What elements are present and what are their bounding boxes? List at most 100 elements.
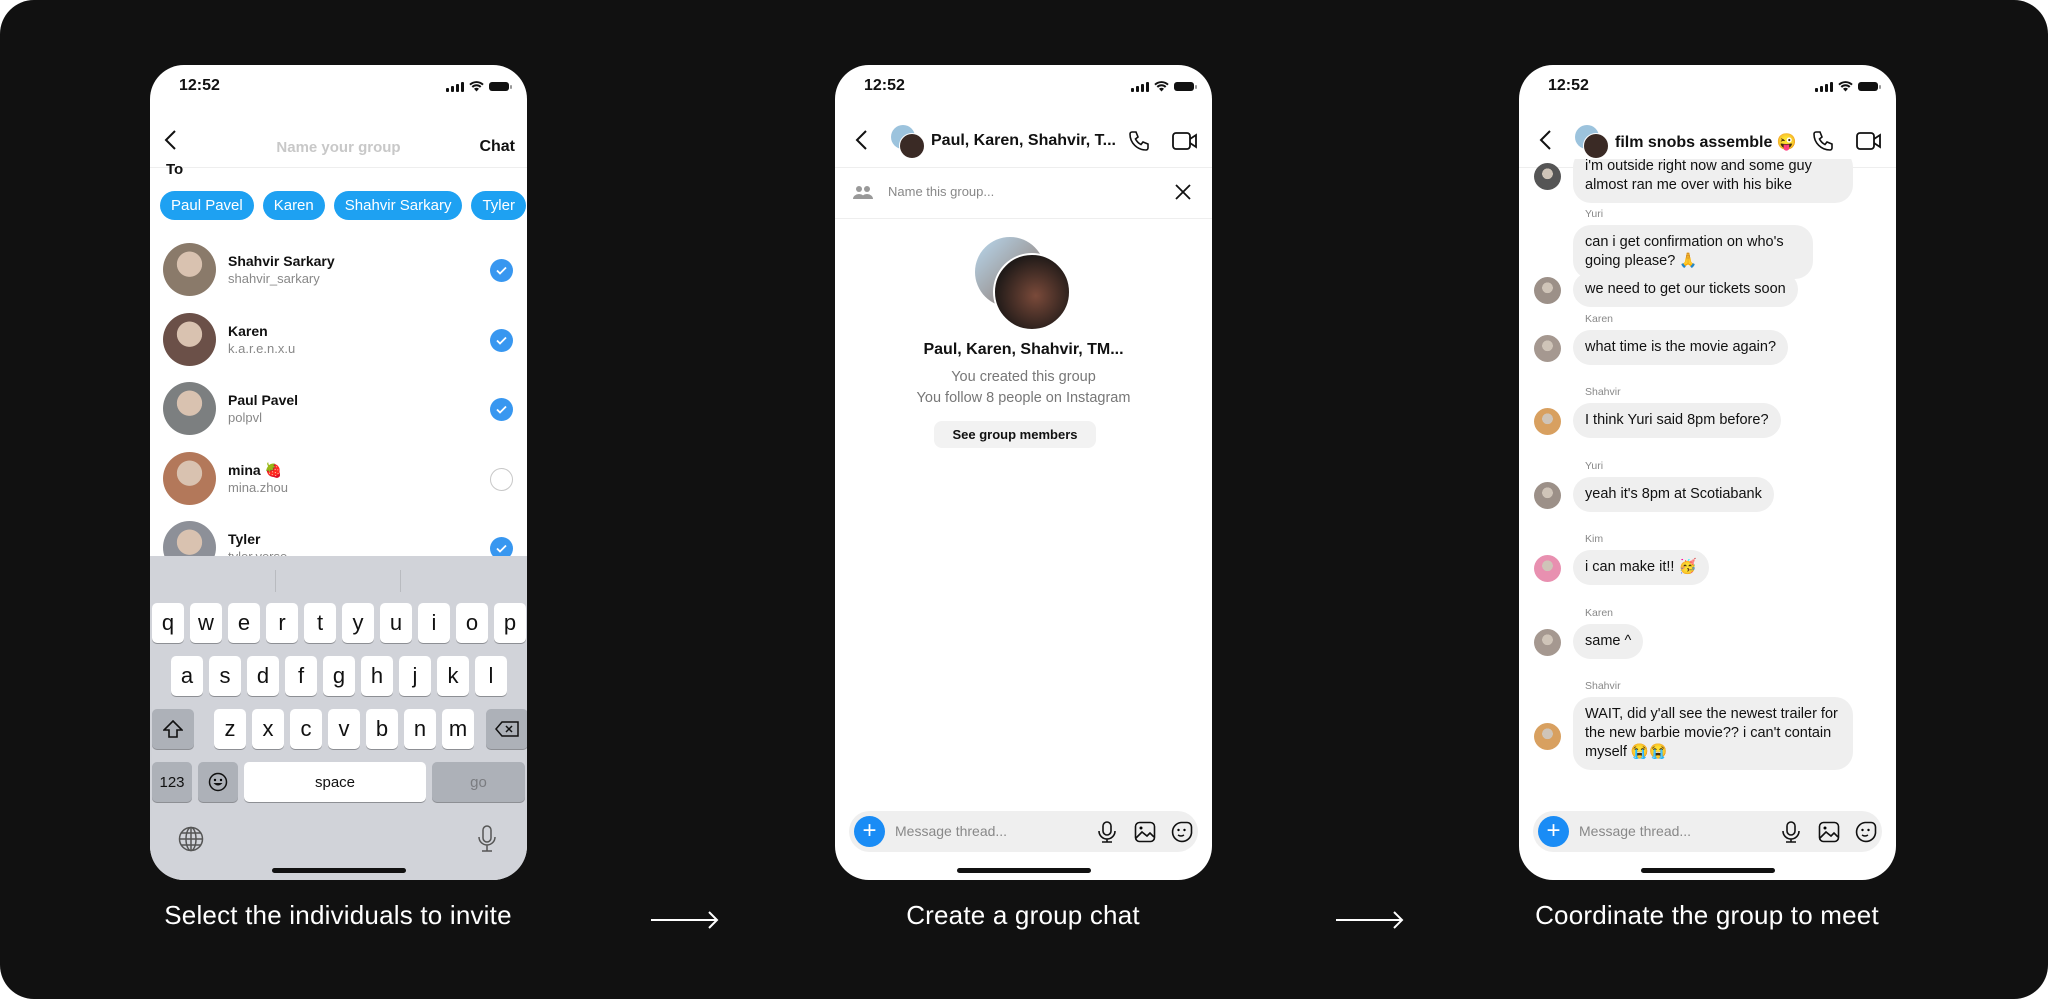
status-bar: 12:52 <box>150 65 527 105</box>
video-call-icon[interactable] <box>1172 130 1198 152</box>
message-bubble[interactable]: yeah it's 8pm at Scotiabank <box>1573 477 1774 512</box>
space-key[interactable]: space <box>244 762 426 802</box>
key-l[interactable]: l <box>475 656 507 696</box>
key-a[interactable]: a <box>171 656 203 696</box>
recipient-chip[interactable]: Paul Pavel <box>160 191 254 220</box>
sender-avatar <box>1534 408 1561 435</box>
recipient-chip[interactable]: Karen <box>262 191 325 220</box>
name-group-input[interactable]: Name this group... <box>888 184 994 199</box>
shift-key[interactable] <box>152 709 194 749</box>
key-f[interactable]: f <box>285 656 317 696</box>
battery-icon <box>1858 82 1881 91</box>
chat-button[interactable]: Chat <box>479 138 515 156</box>
home-indicator <box>271 868 406 873</box>
phone-create-group: 12:52 Paul, Karen, Shahvir, T... Name th… <box>835 65 1212 880</box>
signal-icon <box>446 81 464 92</box>
status-time: 12:52 <box>179 77 220 94</box>
message-bubble[interactable]: what time is the movie again? <box>1573 330 1789 365</box>
key-k[interactable]: k <box>437 656 469 696</box>
message-input[interactable]: Message thread... <box>1579 823 1691 839</box>
add-button[interactable]: + <box>1538 816 1569 847</box>
key-o[interactable]: o <box>456 603 488 643</box>
close-icon[interactable] <box>1174 183 1192 201</box>
caption-step-3: Coordinate the group to meet <box>1535 900 1879 930</box>
wifi-icon <box>1154 81 1169 92</box>
contact-handle: mina.zhou <box>228 479 288 495</box>
contact-avatar <box>163 312 216 366</box>
key-e[interactable]: e <box>228 603 260 643</box>
dictation-mic-icon[interactable] <box>477 825 497 853</box>
gallery-icon[interactable] <box>1134 821 1156 843</box>
emoji-key[interactable] <box>198 762 238 802</box>
key-v[interactable]: v <box>328 709 360 749</box>
microphone-icon[interactable] <box>1096 821 1118 843</box>
message-bubble[interactable]: WAIT, did y'all see the newest trailer f… <box>1573 697 1853 770</box>
contact-row[interactable]: mina 🍓 mina.zhou <box>150 444 527 514</box>
go-key[interactable]: go <box>432 762 525 802</box>
numbers-key[interactable]: 123 <box>152 762 192 802</box>
message-bubble[interactable]: we need to get our tickets soon <box>1573 272 1798 307</box>
checked-icon[interactable] <box>490 398 513 421</box>
message-sender: Shahvir <box>1585 680 1621 692</box>
backspace-icon <box>495 721 519 737</box>
gallery-icon[interactable] <box>1818 821 1840 843</box>
key-c[interactable]: c <box>290 709 322 749</box>
message-bubble[interactable]: can i get confirmation on who's going pl… <box>1573 225 1813 279</box>
back-icon[interactable] <box>855 129 869 151</box>
signal-icon <box>1131 81 1149 92</box>
sticker-icon[interactable] <box>1855 821 1877 843</box>
phone-call-icon[interactable] <box>1812 130 1834 152</box>
home-indicator <box>956 868 1091 873</box>
checked-icon[interactable] <box>490 328 513 352</box>
key-i[interactable]: i <box>418 603 450 643</box>
video-call-icon[interactable] <box>1856 130 1882 152</box>
key-z[interactable]: z <box>214 709 246 749</box>
phone-call-icon[interactable] <box>1128 130 1150 152</box>
group-name-input[interactable]: Name your group <box>150 139 527 156</box>
message-bubble[interactable]: i can make it!! 🥳 <box>1573 550 1709 585</box>
key-y[interactable]: y <box>342 603 374 643</box>
sticker-icon[interactable] <box>1171 821 1193 843</box>
contact-row[interactable]: Karen k.a.r.e.n.x.u <box>150 305 527 375</box>
key-j[interactable]: j <box>399 656 431 696</box>
recipient-chip[interactable]: Shahvir Sarkary <box>333 191 463 220</box>
key-d[interactable]: d <box>247 656 279 696</box>
contact-name: Tyler <box>228 531 261 547</box>
keyboard: qwertyuiop asdfghjkl zxcvbnm 123 space g… <box>150 556 527 880</box>
key-q[interactable]: q <box>152 603 184 643</box>
contact-avatar <box>163 451 216 505</box>
message-bubble[interactable]: I think Yuri said 8pm before? <box>1573 403 1781 438</box>
add-button[interactable]: + <box>854 816 885 847</box>
key-h[interactable]: h <box>361 656 393 696</box>
contact-name: Shahvir Sarkary <box>228 253 335 269</box>
key-r[interactable]: r <box>266 603 298 643</box>
message-bubble[interactable]: i'm outside right now and some guy almos… <box>1573 159 1853 203</box>
key-g[interactable]: g <box>323 656 355 696</box>
contact-row[interactable]: Paul Pavel polpvl <box>150 374 527 444</box>
group-header-title[interactable]: film snobs assemble 😜 <box>1615 132 1797 152</box>
delete-key[interactable] <box>486 709 527 749</box>
key-x[interactable]: x <box>252 709 284 749</box>
back-icon[interactable] <box>1539 129 1553 151</box>
key-m[interactable]: m <box>442 709 474 749</box>
group-header-title[interactable]: Paul, Karen, Shahvir, T... <box>931 132 1116 150</box>
key-w[interactable]: w <box>190 603 222 643</box>
key-t[interactable]: t <box>304 603 336 643</box>
key-u[interactable]: u <box>380 603 412 643</box>
unchecked-circle-icon[interactable] <box>490 467 513 491</box>
key-b[interactable]: b <box>366 709 398 749</box>
key-s[interactable]: s <box>209 656 241 696</box>
sender-avatar <box>1534 163 1561 190</box>
sender-avatar <box>1534 555 1561 582</box>
globe-icon[interactable] <box>178 826 204 852</box>
microphone-icon[interactable] <box>1780 821 1802 843</box>
recipient-chip[interactable]: Tyler <box>471 191 526 220</box>
see-group-members-button[interactable]: See group members <box>934 421 1096 448</box>
message-bubble[interactable]: same ^ <box>1573 624 1644 659</box>
checked-icon[interactable] <box>490 259 513 282</box>
key-n[interactable]: n <box>404 709 436 749</box>
message-sender: Yuri <box>1585 460 1604 472</box>
key-p[interactable]: p <box>494 603 526 643</box>
message-input[interactable]: Message thread... <box>895 823 1007 839</box>
contact-row[interactable]: Shahvir Sarkary shahvir_sarkary <box>150 235 527 305</box>
